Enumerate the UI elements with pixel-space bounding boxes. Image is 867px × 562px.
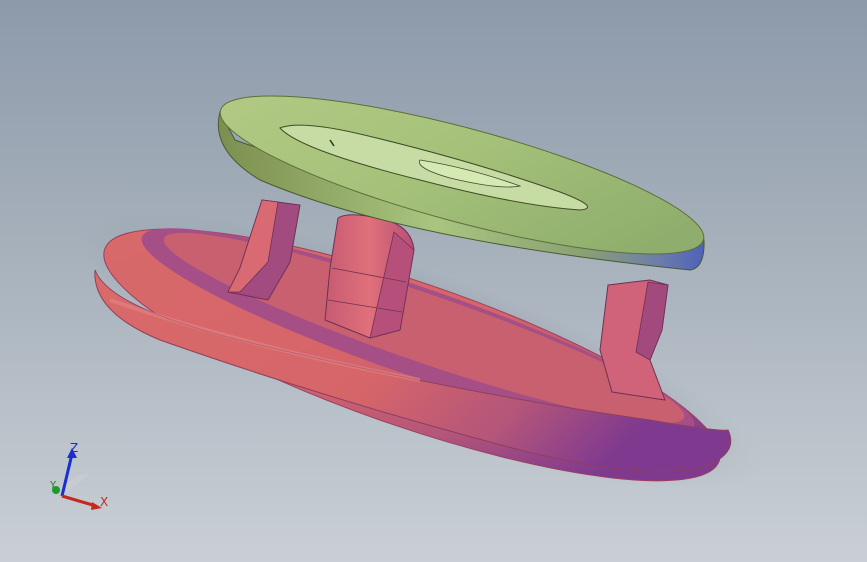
- support-leg-right[interactable]: [599, 279, 669, 401]
- reference-triad[interactable]: Z X Y: [40, 436, 120, 516]
- y-axis-label: Y: [50, 480, 57, 491]
- support-leg-center[interactable]: [324, 214, 415, 339]
- 3d-model-view[interactable]: [0, 0, 867, 562]
- graphics-viewport[interactable]: Z X Y: [0, 0, 867, 562]
- z-axis-label: Z: [70, 441, 79, 455]
- x-axis-label: X: [100, 495, 109, 509]
